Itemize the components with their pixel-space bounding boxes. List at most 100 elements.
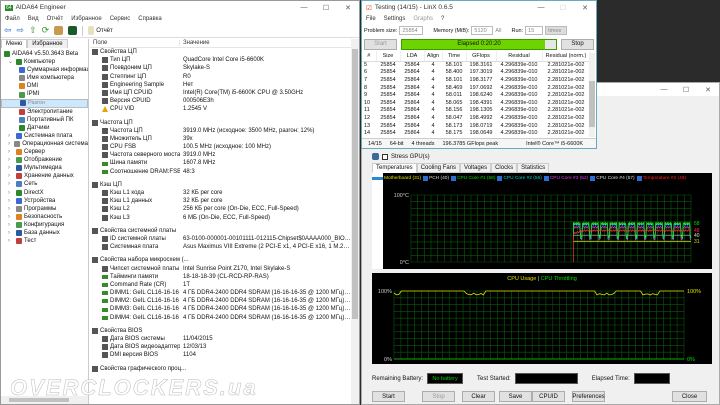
preferences-button[interactable]: Preferences (572, 391, 605, 402)
tree-item[interactable]: › База данных (1, 229, 88, 237)
legend-item[interactable]: CPU Core #2 (56) (497, 176, 542, 181)
run-select[interactable]: 15 (525, 26, 544, 35)
property-row[interactable]: Степпинг ЦП R0 (90, 73, 351, 81)
expand-chevron-icon[interactable]: › (8, 213, 14, 221)
property-row[interactable]: Частота северного моста 3919.0 MHz (90, 151, 351, 159)
expand-chevron-icon[interactable]: › (8, 132, 14, 140)
tree-item[interactable]: ⌄ Компьютер (1, 58, 88, 66)
property-row[interactable]: Системная плата Asus Maximus VIII Extreme… (90, 243, 351, 251)
legend-item[interactable]: CPU Core #1 (58) (451, 176, 495, 181)
tree-item[interactable]: DMI (1, 82, 88, 90)
tree-item[interactable]: › Устройства (1, 197, 88, 205)
expand-chevron-icon[interactable]: › (8, 148, 14, 156)
tree-item[interactable]: AIDA64 v5.50.3643 Beta (1, 50, 88, 58)
menu-item[interactable]: Файл (5, 16, 20, 22)
close-button[interactable]: Close (672, 391, 707, 402)
property-row[interactable]: Соотношение DRAM:FSB 48:3 (90, 168, 351, 176)
minimize-button[interactable]: — (293, 4, 315, 12)
problem-size-select[interactable]: 25854 (399, 26, 424, 35)
results-scrollbar[interactable] (589, 53, 595, 137)
menu-item[interactable]: Вид (28, 16, 39, 22)
expand-chevron-icon[interactable]: › (8, 140, 12, 148)
legend-item[interactable]: PCH (40) (423, 176, 449, 181)
tree-item[interactable]: › Операционная система (1, 140, 88, 148)
property-row[interactable]: Engineering Sample Нет (90, 81, 351, 89)
menu-item[interactable]: Избранное (71, 16, 101, 22)
all-link[interactable]: All (495, 28, 501, 34)
close-button[interactable]: ✕ (337, 4, 359, 12)
start-button[interactable]: Start (364, 38, 397, 50)
tab-clocks[interactable]: Clocks (491, 163, 518, 173)
report-button[interactable]: Отчёт (88, 26, 113, 35)
times-select[interactable]: times (545, 26, 568, 35)
stress-gpu-checkbox[interactable]: Stress GPU(s) (372, 153, 430, 160)
tree-item[interactable]: › Сеть (1, 180, 88, 188)
tab-menu[interactable]: Меню (1, 39, 28, 48)
memory-select[interactable]: 5120 (471, 26, 494, 35)
menu-item[interactable]: File (366, 16, 376, 22)
back-icon[interactable]: ⇦ (4, 25, 12, 36)
property-row[interactable]: Дата BIOS видеоадаптера 12/03/13 (90, 343, 351, 351)
tree-item[interactable]: › Сервер (1, 148, 88, 156)
expand-chevron-icon[interactable]: › (8, 197, 14, 205)
expand-chevron-icon[interactable]: › (8, 205, 14, 213)
menu-item[interactable]: Справка (138, 16, 162, 22)
close-button[interactable]: ✕ (697, 86, 719, 94)
property-row[interactable]: Тип ЦП QuadCore Intel Core i5-6600K (90, 56, 351, 64)
expand-chevron-icon[interactable]: › (8, 164, 14, 172)
legend-item[interactable]: Temperature #2 (48) (636, 176, 686, 181)
minimize-button[interactable]: — (530, 4, 552, 12)
tree-item[interactable]: › Отображение (1, 156, 88, 164)
tree-item[interactable]: › Программы (1, 205, 88, 213)
property-row[interactable]: ID системной платы 63-0100-000001-0010111… (90, 235, 351, 243)
minimize-button[interactable]: — (653, 86, 675, 94)
property-row[interactable]: Дата BIOS системы 11/04/2015 (90, 335, 351, 343)
tree-item[interactable]: › Тест (1, 237, 88, 245)
tree-item[interactable]: › DirectX (1, 189, 88, 197)
horizontal-scrollbar[interactable] (1, 396, 88, 404)
stop-button[interactable]: Stop (422, 391, 455, 402)
tree-item[interactable]: Суммарная информация (1, 66, 88, 74)
property-row[interactable]: Имя ЦП CPUID Intel(R) Core(TM) i5-6600K C… (90, 89, 351, 97)
property-row[interactable]: DIMM2: GeIL CL16-16-16 D4...4 ГБ DDR4-24… (90, 297, 351, 305)
column-header[interactable]: Residual (norm.) (542, 51, 591, 62)
checkbox-icon[interactable] (543, 176, 549, 181)
tree-item[interactable]: Разгон (1, 98, 88, 108)
column-header[interactable]: Residual (496, 51, 543, 62)
property-row[interactable]: Шина памяти 1607.8 MHz (90, 159, 351, 167)
checkbox-icon[interactable] (423, 176, 429, 181)
tree-item[interactable]: › Системная плата (1, 132, 88, 140)
expand-chevron-icon[interactable]: › (8, 229, 14, 237)
property-row[interactable]: Тайминги памяти 18-18-18-39 (CL-RCD-RP-RA… (90, 273, 351, 281)
close-button[interactable]: ✕ (574, 4, 596, 12)
tree-item[interactable]: Электропитание (1, 108, 88, 116)
column-header[interactable]: Time (442, 51, 467, 62)
property-row[interactable]: Версия CPUID 000506E3h (90, 97, 351, 105)
legend-item[interactable]: CPU Core #3 (52) (543, 176, 588, 181)
column-header[interactable]: Align (424, 51, 443, 62)
property-row[interactable]: DIMM3: GeIL CL16-16-16 D4...4 ГБ DDR4-24… (90, 305, 351, 313)
expand-chevron-icon[interactable]: › (8, 237, 14, 245)
up-icon[interactable]: ⇧ (29, 25, 37, 36)
column-header[interactable]: Size (376, 51, 401, 62)
tab-voltages[interactable]: Voltages (460, 163, 492, 173)
property-row[interactable]: Множитель ЦП 39x (90, 135, 351, 143)
tree-item[interactable]: › Безопасность (1, 213, 88, 221)
property-row[interactable]: Кэш L2 256 КБ per core (On-Die, ECC, Full… (90, 205, 351, 213)
checkbox-icon[interactable] (590, 176, 596, 181)
save-button[interactable]: Save (499, 391, 532, 402)
checkbox-icon[interactable] (636, 176, 642, 181)
column-header[interactable]: # (362, 51, 377, 62)
property-row[interactable]: Частота ЦП 3919.0 MHz (исходное: 3500 MHz… (90, 127, 351, 135)
column-header[interactable]: GFlops (466, 51, 497, 62)
tree-item[interactable]: Имя компьютера (1, 74, 88, 82)
cpuid-button[interactable]: CPUID (532, 391, 565, 402)
menu-item[interactable]: ? (441, 16, 444, 22)
property-row[interactable]: Чипсет системной платы Intel Sunrise Poin… (90, 265, 351, 273)
property-row[interactable]: DMI версия BIOS 1104 (90, 351, 351, 359)
vertical-scrollbar[interactable] (351, 39, 359, 404)
property-row[interactable]: DIMM1: GeIL CL16-16-16 D4...4 ГБ DDR4-24… (90, 289, 351, 297)
property-row[interactable]: Command Rate (CR) 1T (90, 281, 351, 289)
legend-item[interactable]: Motherboard (31) (384, 176, 421, 181)
property-row[interactable]: CPU FSB 100.5 MHz (исходное: 100 MHz) (90, 143, 351, 151)
